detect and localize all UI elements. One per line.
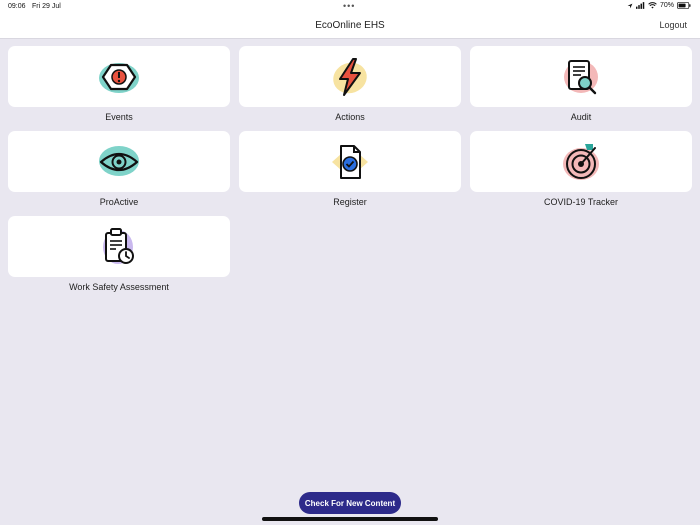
tile-label: COVID-19 Tracker	[543, 197, 619, 207]
document-search-icon	[564, 59, 598, 94]
tile-label: Work Safety Assessment	[69, 282, 169, 292]
tile-card[interactable]	[8, 216, 230, 277]
lightning-bolt-icon	[333, 57, 367, 96]
target-icon	[563, 143, 599, 180]
tile-card[interactable]	[239, 131, 461, 192]
status-bar: 09:06 Fri 29 Jul ••• 70%	[0, 0, 700, 13]
status-time: 09:06	[8, 3, 26, 10]
tile-audit[interactable]: Audit	[470, 46, 692, 122]
wifi-icon	[648, 2, 657, 9]
tile-card[interactable]	[8, 131, 230, 192]
clipboard-clock-icon	[103, 227, 134, 264]
tile-card[interactable]	[470, 46, 692, 107]
navigation-bar: EcoOnline EHS Logout	[0, 13, 700, 39]
tile-proactive[interactable]: ProActive	[8, 131, 230, 207]
tile-card[interactable]	[8, 46, 230, 107]
cellular-signal-icon	[635, 2, 645, 9]
location-arrow-icon	[627, 3, 633, 8]
tile-register[interactable]: Register	[239, 131, 461, 207]
multitasking-dots[interactable]: •••	[343, 1, 355, 11]
tile-label: Audit	[570, 112, 592, 122]
tile-label: ProActive	[99, 197, 139, 207]
home-indicator[interactable]	[262, 517, 438, 521]
tile-actions[interactable]: Actions	[239, 46, 461, 122]
tile-card[interactable]	[239, 46, 461, 107]
tile-events[interactable]: Events	[8, 46, 230, 122]
document-check-icon	[332, 144, 368, 179]
battery-icon	[677, 2, 691, 9]
logout-button[interactable]: Logout	[659, 20, 687, 30]
status-indicators: 70%	[627, 2, 691, 9]
battery-percentage: 70%	[659, 2, 674, 9]
tile-covid-tracker[interactable]: COVID-19 Tracker	[470, 131, 692, 207]
alert-hexagon-icon	[99, 62, 139, 93]
tile-card[interactable]	[470, 131, 692, 192]
tile-label: Events	[105, 112, 133, 122]
tile-label: Actions	[335, 112, 365, 122]
tile-work-safety-assessment[interactable]: Work Safety Assessment	[8, 216, 230, 292]
eye-icon	[99, 145, 139, 176]
app-title: EcoOnline EHS	[315, 20, 385, 31]
status-date: Fri 29 Jul	[32, 3, 61, 10]
check-for-new-content-button[interactable]: Check For New Content	[299, 492, 401, 514]
tile-label: Register	[333, 197, 367, 207]
